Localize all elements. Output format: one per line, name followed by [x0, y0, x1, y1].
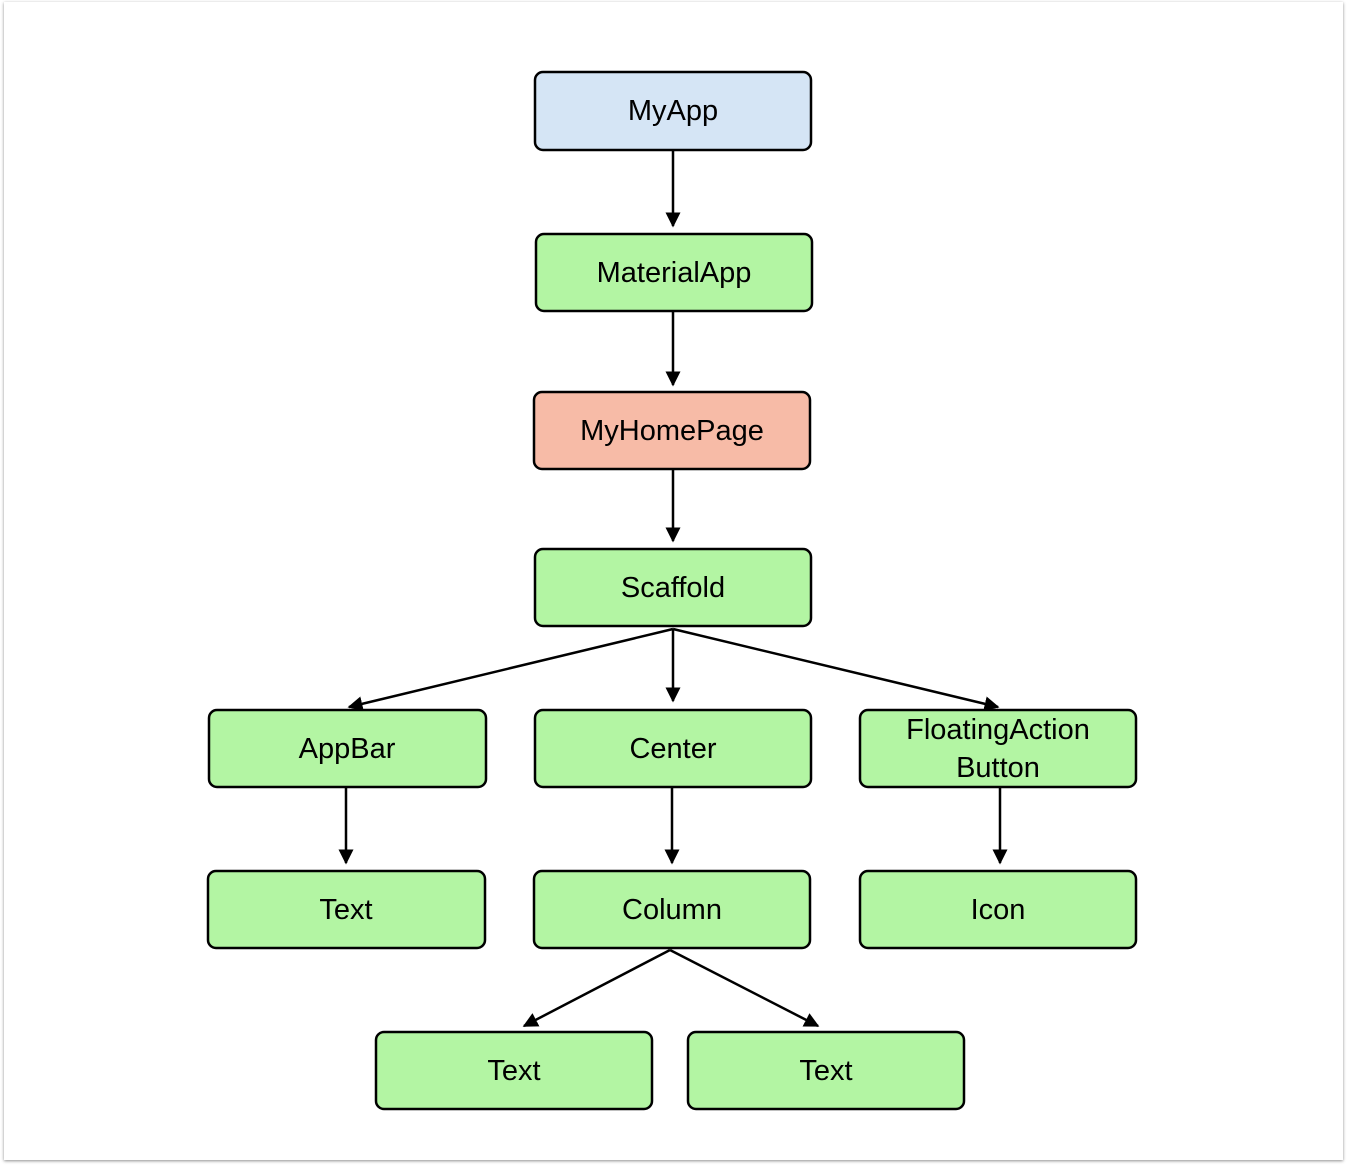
node-column-text-2: Text: [686, 1030, 966, 1111]
node-label: MyApp: [628, 95, 718, 127]
node-label: MyHomePage: [580, 415, 764, 447]
node-label: Text: [319, 894, 372, 926]
node-label: Text: [487, 1055, 540, 1087]
node-column-text-1: Text: [374, 1030, 654, 1111]
node-column: Column: [532, 869, 812, 950]
edge-arrow: [672, 627, 1000, 712]
edge-arrow: [669, 948, 820, 1028]
node-label-line-1: FloatingAction: [906, 714, 1090, 746]
node-label-line-2: Button: [956, 752, 1040, 784]
node-label: MaterialApp: [597, 257, 752, 289]
node-label: Icon: [971, 894, 1026, 926]
node-label: AppBar: [299, 733, 396, 765]
node-label: Center: [629, 733, 716, 765]
node-appbar: AppBar: [207, 708, 488, 789]
node-myapp: MyApp: [533, 70, 813, 152]
node-floatingactionbutton: FloatingAction Button: [858, 708, 1138, 789]
node-center: Center: [533, 708, 813, 789]
widget-tree-diagram: MyApp MaterialApp MyHomePage Scaffold Ap…: [206, 70, 1138, 1111]
edge-arrow: [347, 627, 674, 712]
node-myhomepage: MyHomePage: [532, 390, 812, 471]
node-scaffold: Scaffold: [533, 547, 813, 628]
node-materialapp: MaterialApp: [534, 232, 814, 313]
node-label: Column: [622, 894, 722, 926]
node-label: Text: [799, 1055, 852, 1087]
node-icon: Icon: [858, 869, 1138, 950]
edge-arrow: [522, 948, 671, 1028]
node-label: Scaffold: [621, 572, 725, 604]
node-appbar-text: Text: [206, 869, 487, 950]
